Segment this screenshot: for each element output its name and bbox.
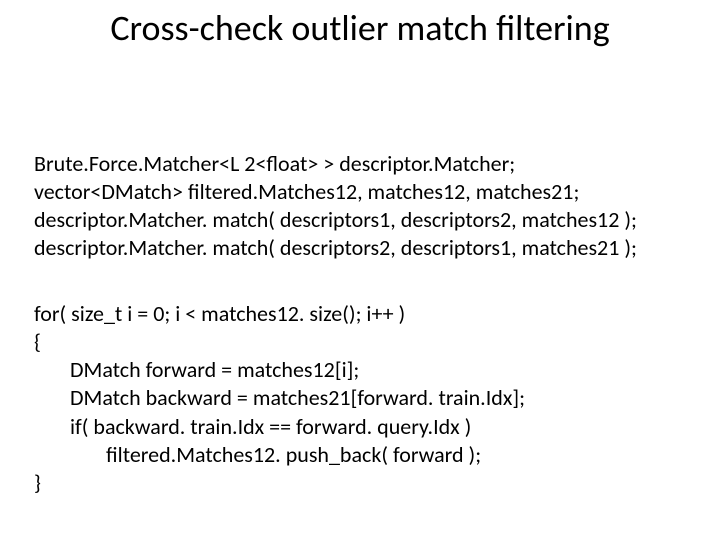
code-line: filtered.Matches12. push_back( forward )…	[34, 441, 700, 469]
code-line: if( backward. train.Idx == forward. quer…	[34, 413, 700, 441]
code-line: DMatch forward = matches12[i];	[34, 356, 700, 384]
code-line: DMatch backward = matches21[forward. tra…	[34, 384, 700, 412]
code-block-loop: for( size_t i = 0; i < matches12. size()…	[34, 300, 700, 497]
slide-title: Cross-check outlier match filtering	[0, 6, 720, 50]
code-line: descriptor.Matcher. match( descriptors1,…	[34, 206, 700, 234]
slide: Cross-check outlier match filtering Brut…	[0, 0, 720, 540]
code-line: for( size_t i = 0; i < matches12. size()…	[34, 300, 700, 328]
code-line: Brute.Force.Matcher<L 2<float> > descrip…	[34, 150, 700, 178]
code-block-declarations: Brute.Force.Matcher<L 2<float> > descrip…	[34, 150, 700, 263]
code-line: descriptor.Matcher. match( descriptors2,…	[34, 234, 700, 262]
code-line: }	[34, 469, 700, 497]
code-line: {	[34, 328, 700, 356]
code-line: vector<DMatch> filtered.Matches12, match…	[34, 178, 700, 206]
